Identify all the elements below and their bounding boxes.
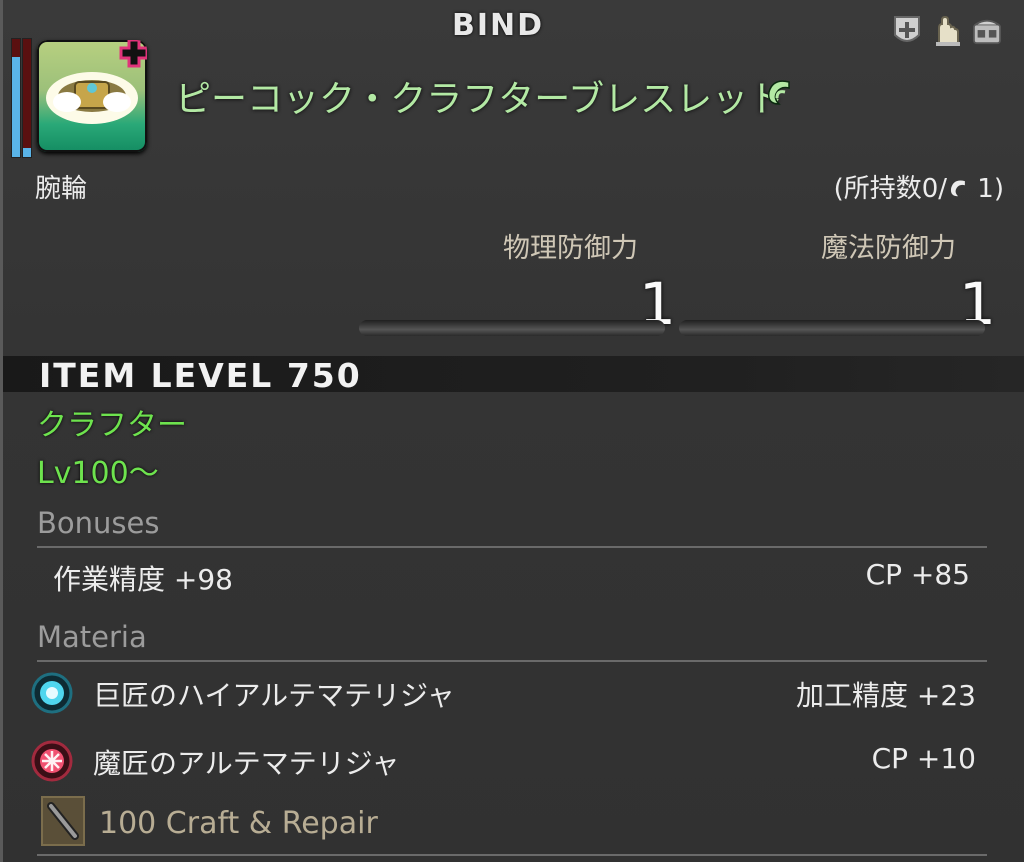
level-requirement: Lv100〜: [37, 456, 159, 491]
blue-materia-icon: [31, 672, 73, 714]
owned-label: (所持数0/: [833, 174, 948, 204]
materia-effect-1: 加工精度 +23: [796, 679, 976, 712]
hand-icon: [932, 14, 962, 48]
item-tooltip: BIND ピーコック・クラフターブレスレット 腕輪 (所持数0/ 1) 物理防御…: [0, 0, 1024, 862]
hq-icon: [950, 180, 965, 197]
owned-count: (所持数0/ 1): [834, 168, 1004, 205]
durability-bars: [11, 38, 33, 158]
red-materia-icon: [31, 740, 73, 782]
condition-bar: [11, 38, 21, 158]
repair-label: 100 Craft & Repair: [99, 806, 378, 841]
item-level: ITEM LEVEL 750: [39, 356, 362, 395]
materia-effect-2: CP +10: [871, 742, 976, 775]
spiritbond-bar: [22, 38, 32, 158]
materia-title: Materia: [37, 620, 147, 654]
owned-hq-count: 1): [969, 174, 1004, 204]
hq-icon: [763, 76, 795, 112]
glamour-plus-icon: [119, 40, 147, 68]
shield-plus-icon: [892, 14, 922, 48]
bind-label: BIND: [451, 8, 545, 43]
top-icons: [892, 14, 1002, 48]
materia-divider: [37, 660, 987, 662]
materia-name-1: 巨匠のハイアルテマテリジャ: [93, 679, 455, 712]
bonuses-divider: [37, 546, 987, 548]
magic-defense-bar: [679, 320, 985, 336]
materia-name-2: 魔匠のアルテマテリジャ: [93, 747, 400, 780]
bottom-divider: [37, 854, 987, 856]
bracelet-icon: [37, 40, 147, 152]
class-requirement: クラフター: [37, 408, 187, 443]
item-category: 腕輪: [35, 174, 88, 204]
repair-tool-icon: [41, 796, 85, 846]
bonus-left: 作業精度 +98: [53, 563, 233, 596]
bonuses-title: Bonuses: [37, 506, 160, 540]
bonus-right: CP +85: [865, 558, 970, 591]
physical-defense-bar: [359, 320, 665, 336]
physical-defense-label: 物理防御力: [503, 233, 638, 264]
item-name: ピーコック・クラフターブレスレット: [175, 79, 785, 120]
magic-defense-label: 魔法防御力: [821, 233, 956, 264]
chest-icon: [972, 14, 1002, 48]
